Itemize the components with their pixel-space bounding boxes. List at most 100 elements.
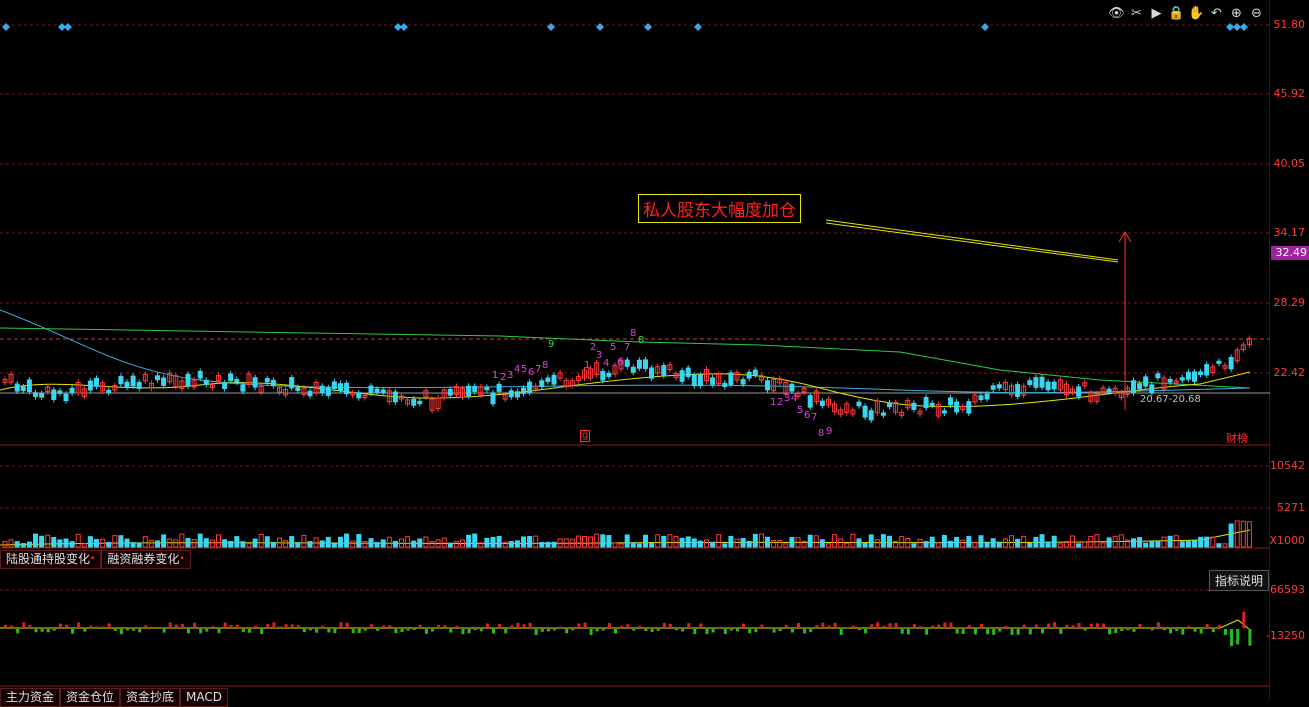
candle-body xyxy=(1039,376,1045,388)
volume-bar xyxy=(868,534,874,548)
macd-bar xyxy=(638,625,642,628)
volume-bar xyxy=(1015,538,1021,548)
macd-bar xyxy=(1224,629,1227,635)
g-marker[interactable]: g xyxy=(580,430,591,442)
macd-bar xyxy=(711,629,715,633)
candle-body xyxy=(691,374,697,387)
indicator-tabbar: 陆股通持股变化• 融资融券变化• xyxy=(0,550,191,569)
volume-bar xyxy=(472,533,478,548)
macd-bar xyxy=(296,625,300,628)
macd-bar xyxy=(1126,629,1130,631)
macd-bar xyxy=(900,629,904,634)
volume-bar xyxy=(313,537,319,548)
macd-bar xyxy=(516,622,520,628)
current-price-tag: 32.49 xyxy=(1271,246,1309,260)
macd-bar xyxy=(400,629,404,633)
candle-body xyxy=(624,359,630,367)
macd-bar xyxy=(595,629,599,632)
sequence-counter: 9 xyxy=(826,426,832,437)
volume-bar xyxy=(405,536,411,548)
volume-bar xyxy=(1246,521,1252,548)
macd-bar xyxy=(949,622,953,628)
zoom-in-icon[interactable]: ⊕ xyxy=(1228,5,1245,22)
indicator-explain-button[interactable]: 指标说明 xyxy=(1209,570,1270,591)
caibang-marker[interactable]: 财榜 xyxy=(1226,430,1248,446)
candle-body xyxy=(496,383,502,392)
volume-bar xyxy=(1082,541,1088,548)
volume-bar xyxy=(331,543,337,548)
tab-margin[interactable]: 融资融券变化• xyxy=(101,550,191,569)
candle-body xyxy=(685,367,691,377)
volume-bar xyxy=(996,541,1002,548)
volume-bar xyxy=(45,534,51,548)
tab-main-capital[interactable]: 主力资金 xyxy=(0,688,61,707)
volume-tick: 5271 xyxy=(1277,501,1305,514)
volume-bar xyxy=(283,540,289,548)
volume-bar xyxy=(521,536,526,548)
back-icon[interactable]: ↶ xyxy=(1208,5,1225,22)
volume-bar xyxy=(344,533,350,548)
macd-bar xyxy=(546,629,550,632)
candle-body xyxy=(710,377,716,385)
macd-bar xyxy=(894,622,898,628)
sequence-counter: 1 xyxy=(492,370,498,381)
candle-body xyxy=(63,393,69,402)
volume-bar xyxy=(216,534,221,548)
macd-bar xyxy=(1053,622,1057,628)
volume-bar xyxy=(813,535,819,548)
sequence-counter: 6 xyxy=(617,357,623,368)
volume-bar xyxy=(8,539,14,548)
candle-body xyxy=(392,391,398,403)
candle-body xyxy=(1033,377,1039,388)
candle-body xyxy=(106,389,112,394)
eye-icon[interactable]: 👁 xyxy=(1108,5,1125,22)
sequence-counter: 4 xyxy=(514,364,520,375)
macd-bar xyxy=(998,629,1002,632)
candle-body xyxy=(887,402,892,408)
volume-bar xyxy=(960,539,966,548)
zoom-out-icon[interactable]: ⊖ xyxy=(1248,5,1265,22)
tab-macd[interactable]: MACD xyxy=(180,688,229,707)
volume-bar xyxy=(765,536,770,548)
tab-capital-bottom[interactable]: 资金抄底 xyxy=(120,688,181,707)
volume-bar xyxy=(203,538,209,548)
sequence-counter: 8 xyxy=(638,335,644,346)
macd-bar xyxy=(699,623,703,628)
volume-bar xyxy=(63,538,69,548)
macd-bar xyxy=(1242,611,1246,628)
candle-body xyxy=(929,402,935,406)
candle-body xyxy=(447,388,453,396)
volume-bar xyxy=(575,535,581,548)
tab-hk-connect[interactable]: 陆股通持股变化• xyxy=(0,550,102,569)
stock-chart[interactable]: 1 2 34 5 6 7 891234567881 2 3 45 6 78 9 xyxy=(0,0,1309,699)
price-tick: 40.05 xyxy=(1273,157,1306,170)
volume-bar xyxy=(740,538,746,548)
volume-bar xyxy=(20,542,26,548)
macd-bar xyxy=(132,629,136,631)
volume-bar xyxy=(392,540,398,548)
lock-icon[interactable]: 🔒 xyxy=(1168,5,1185,22)
macd-bar xyxy=(943,622,947,628)
macd-bar xyxy=(394,629,398,634)
macd-bar xyxy=(589,629,593,635)
macd-bar xyxy=(626,624,630,628)
macd-bar xyxy=(46,629,50,633)
volume-bar xyxy=(673,535,679,548)
scissors-icon[interactable]: ✂ xyxy=(1128,5,1145,22)
volume-bar xyxy=(783,543,789,548)
tab-label: 融资融券变化 xyxy=(107,552,180,566)
play-icon[interactable]: ▶ xyxy=(1148,5,1165,22)
macd-bar xyxy=(1138,623,1142,628)
candle-body xyxy=(295,387,301,391)
candle-body xyxy=(130,375,136,387)
hand-icon[interactable]: ✋ xyxy=(1188,5,1205,22)
macd-bar xyxy=(357,629,361,633)
volume-bar xyxy=(789,536,795,548)
signal-diamond xyxy=(694,23,702,31)
tab-capital-position[interactable]: 资金仓位 xyxy=(60,688,121,707)
annotation-box[interactable]: 私人股东大幅度加仓 xyxy=(638,194,801,223)
macd-bar xyxy=(809,629,813,633)
candle-body xyxy=(984,393,990,400)
candle-body xyxy=(1106,388,1112,393)
macd-bar xyxy=(431,629,434,632)
